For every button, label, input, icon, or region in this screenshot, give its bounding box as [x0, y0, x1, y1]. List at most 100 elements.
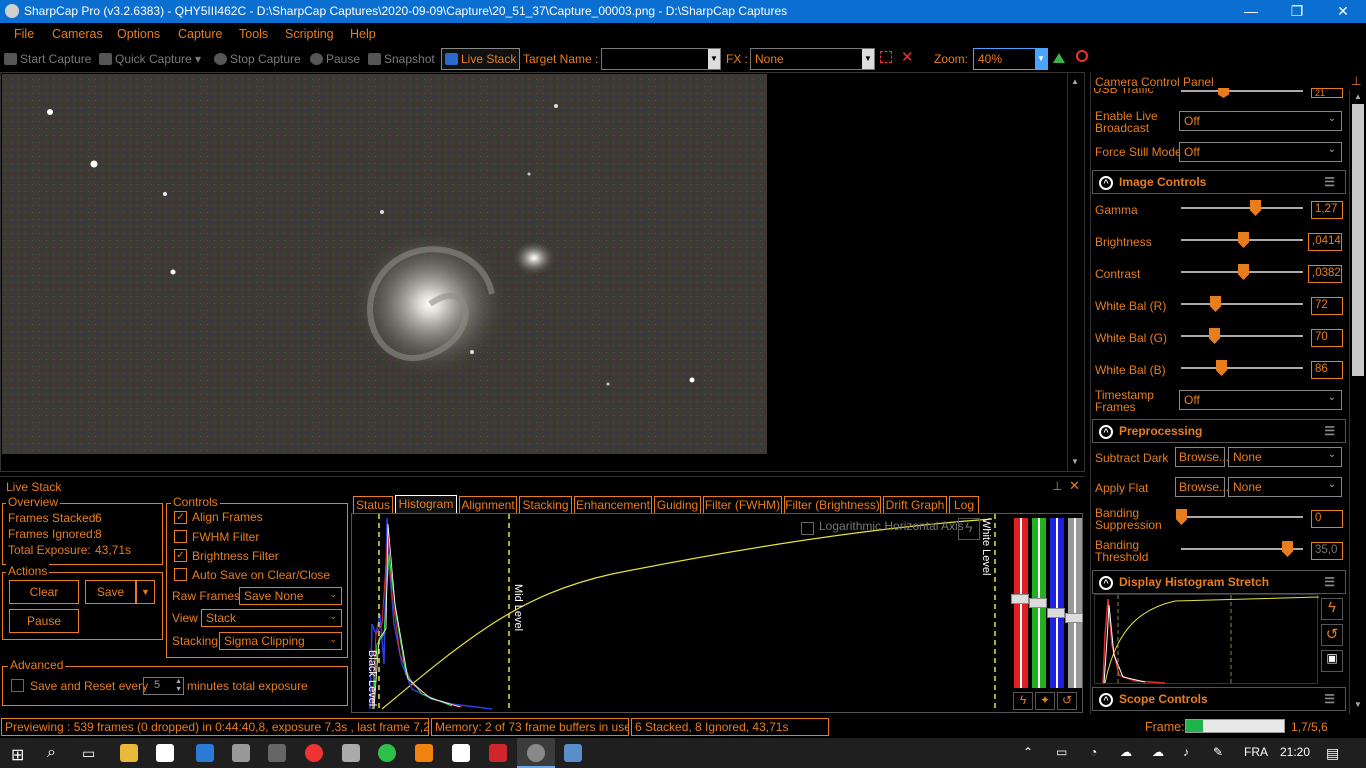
clear-button[interactable]: Clear	[9, 580, 79, 604]
app-icon-5[interactable]	[564, 744, 582, 762]
focus-icon[interactable]	[1076, 50, 1088, 62]
save-reset-minutes-input[interactable]: 5 ▲ ▼	[143, 677, 184, 695]
language-indicator[interactable]: FRA	[1244, 745, 1268, 759]
level-sliders[interactable]	[1008, 516, 1083, 690]
wifi-icon[interactable]: ◔	[1090, 745, 1097, 759]
crosshair-icon[interactable]: ✕	[901, 48, 914, 66]
stacking-select[interactable]: Sigma Clipping ⌄	[219, 632, 342, 650]
view-select[interactable]: Stack ⌄	[201, 609, 342, 627]
app-icon-2[interactable]	[268, 744, 286, 762]
star-icon[interactable]: ✦	[1035, 692, 1055, 710]
app-icon-3[interactable]	[342, 744, 360, 762]
search-icon[interactable]: ⌕	[47, 744, 56, 762]
gamma-value[interactable]: 1,27	[1311, 201, 1343, 219]
mail-icon[interactable]	[196, 744, 214, 762]
tab-drift-graph[interactable]: Drift Graph	[883, 496, 947, 514]
tab-histogram[interactable]: Histogram	[395, 495, 457, 514]
tab-alignment[interactable]: Alignment	[459, 496, 517, 514]
contrast-value[interactable]: ,0382	[1308, 265, 1342, 283]
live-stack-button[interactable]: Live Stack	[441, 48, 521, 70]
scope-controls-header[interactable]: ^ Scope Controls ☰	[1092, 687, 1346, 711]
usb-traffic-slider[interactable]	[1181, 90, 1303, 92]
collapse-icon[interactable]: ^	[1099, 693, 1113, 707]
usb-traffic-value[interactable]: 21	[1311, 88, 1343, 98]
menu-icon[interactable]: ☰	[1324, 575, 1335, 589]
chrome-icon[interactable]	[305, 744, 323, 762]
cloud-icon[interactable]: ☁	[1120, 745, 1132, 759]
fx-select[interactable]: None ▼	[750, 48, 875, 70]
wb-r-slider[interactable]	[1181, 303, 1303, 305]
stop-capture-button[interactable]: Stop Capture	[214, 52, 301, 66]
menu-capture[interactable]: Capture	[178, 27, 222, 41]
select-area-icon[interactable]	[880, 51, 892, 63]
raw-frames-select[interactable]: Save None ⌄	[239, 587, 342, 605]
banding-suppression-slider[interactable]	[1181, 516, 1303, 518]
file-explorer-icon[interactable]	[120, 744, 138, 762]
cloud-sync-icon[interactable]: ☁	[1152, 745, 1164, 759]
app-icon-4[interactable]	[452, 744, 470, 762]
panel-scrollbar[interactable]: ▲ ▼	[1349, 90, 1366, 714]
histogram-icon[interactable]	[1053, 53, 1065, 63]
menu-icon[interactable]: ☰	[1324, 692, 1335, 706]
tab-filter-fwhm[interactable]: Filter (FWHM)	[703, 496, 782, 514]
menu-icon[interactable]: ☰	[1324, 424, 1335, 438]
align-frames-checkbox[interactable]: ✓	[174, 511, 187, 524]
menu-tools[interactable]: Tools	[239, 27, 268, 41]
preprocessing-header[interactable]: ^ Preprocessing ☰	[1092, 419, 1346, 443]
collapse-icon[interactable]: ^	[1099, 176, 1113, 190]
brightness-value[interactable]: ,0414	[1308, 233, 1342, 251]
display-stretch-histogram[interactable]	[1094, 594, 1320, 685]
fwhm-filter-checkbox[interactable]	[174, 530, 187, 543]
banding-suppression-value[interactable]: 0	[1311, 510, 1343, 528]
snapshot-button[interactable]: Snapshot	[368, 52, 435, 66]
collapse-icon[interactable]: ^	[1099, 425, 1113, 439]
pause-button[interactable]: Pause	[310, 52, 360, 66]
close-icon[interactable]: ✕	[1069, 478, 1080, 494]
wb-g-value[interactable]: 70	[1311, 329, 1343, 347]
tab-stacking[interactable]: Stacking	[519, 496, 572, 514]
collapse-icon[interactable]: ^	[1099, 576, 1113, 590]
save-dropdown-button[interactable]: ▼	[136, 580, 155, 604]
task-view-icon[interactable]: ▭	[82, 745, 95, 762]
close-button[interactable]: ✕	[1320, 0, 1366, 23]
apply-flat-browse-button[interactable]: Browse...	[1175, 477, 1229, 497]
tab-guiding[interactable]: Guiding	[654, 496, 701, 514]
vivaldi-icon[interactable]	[489, 744, 507, 762]
menu-options[interactable]: Options	[117, 27, 160, 41]
brightness-filter-checkbox[interactable]: ✓	[174, 549, 187, 562]
save-button[interactable]: Save	[85, 580, 136, 604]
pin-icon[interactable]: ⊥	[1351, 74, 1361, 88]
restore-button[interactable]: ❐	[1274, 0, 1320, 23]
target-name-input[interactable]: ▼	[601, 48, 721, 70]
notifications-icon[interactable]: ▤	[1326, 745, 1339, 762]
tab-filter-brightness[interactable]: Filter (Brightness)	[784, 496, 881, 514]
wb-r-value[interactable]: 72	[1311, 297, 1343, 315]
menu-file[interactable]: File	[14, 27, 34, 41]
live-broadcast-select[interactable]: Off ⌄	[1179, 111, 1342, 131]
force-still-mode-select[interactable]: Off ⌄	[1179, 142, 1342, 162]
menu-help[interactable]: Help	[350, 27, 376, 41]
chevron-up-icon[interactable]: ⌃	[1023, 745, 1033, 759]
scroll-thumb[interactable]	[1352, 104, 1364, 376]
scroll-down-icon[interactable]: ▼	[1354, 700, 1362, 709]
minimize-button[interactable]: —	[1228, 0, 1274, 23]
auto-stretch-icon[interactable]: ϟ	[1013, 692, 1033, 710]
display-stretch-header[interactable]: ^ Display Histogram Stretch ☰	[1092, 570, 1346, 594]
auto-stretch-icon[interactable]: ϟ	[1321, 598, 1343, 620]
scroll-up-icon[interactable]: ▲	[1354, 92, 1362, 101]
log-axis-checkbox[interactable]	[801, 522, 814, 535]
gamma-slider[interactable]	[1181, 207, 1303, 209]
lum-handle[interactable]	[1065, 613, 1083, 623]
tab-log[interactable]: Log	[949, 496, 979, 514]
menu-cameras[interactable]: Cameras	[52, 27, 103, 41]
spinner-icon[interactable]: ▲ ▼	[175, 678, 182, 694]
save-reset-checkbox[interactable]	[11, 679, 24, 692]
subtract-dark-browse-button[interactable]: Browse...	[1175, 447, 1229, 467]
green-handle[interactable]	[1029, 598, 1047, 608]
vlc-icon[interactable]	[415, 744, 433, 762]
pause-stack-button[interactable]: Pause	[9, 609, 79, 633]
wb-b-slider[interactable]	[1181, 367, 1303, 369]
auto-save-checkbox[interactable]	[174, 568, 187, 581]
blue-handle[interactable]	[1047, 608, 1065, 618]
pen-icon[interactable]: ✎	[1213, 745, 1223, 759]
